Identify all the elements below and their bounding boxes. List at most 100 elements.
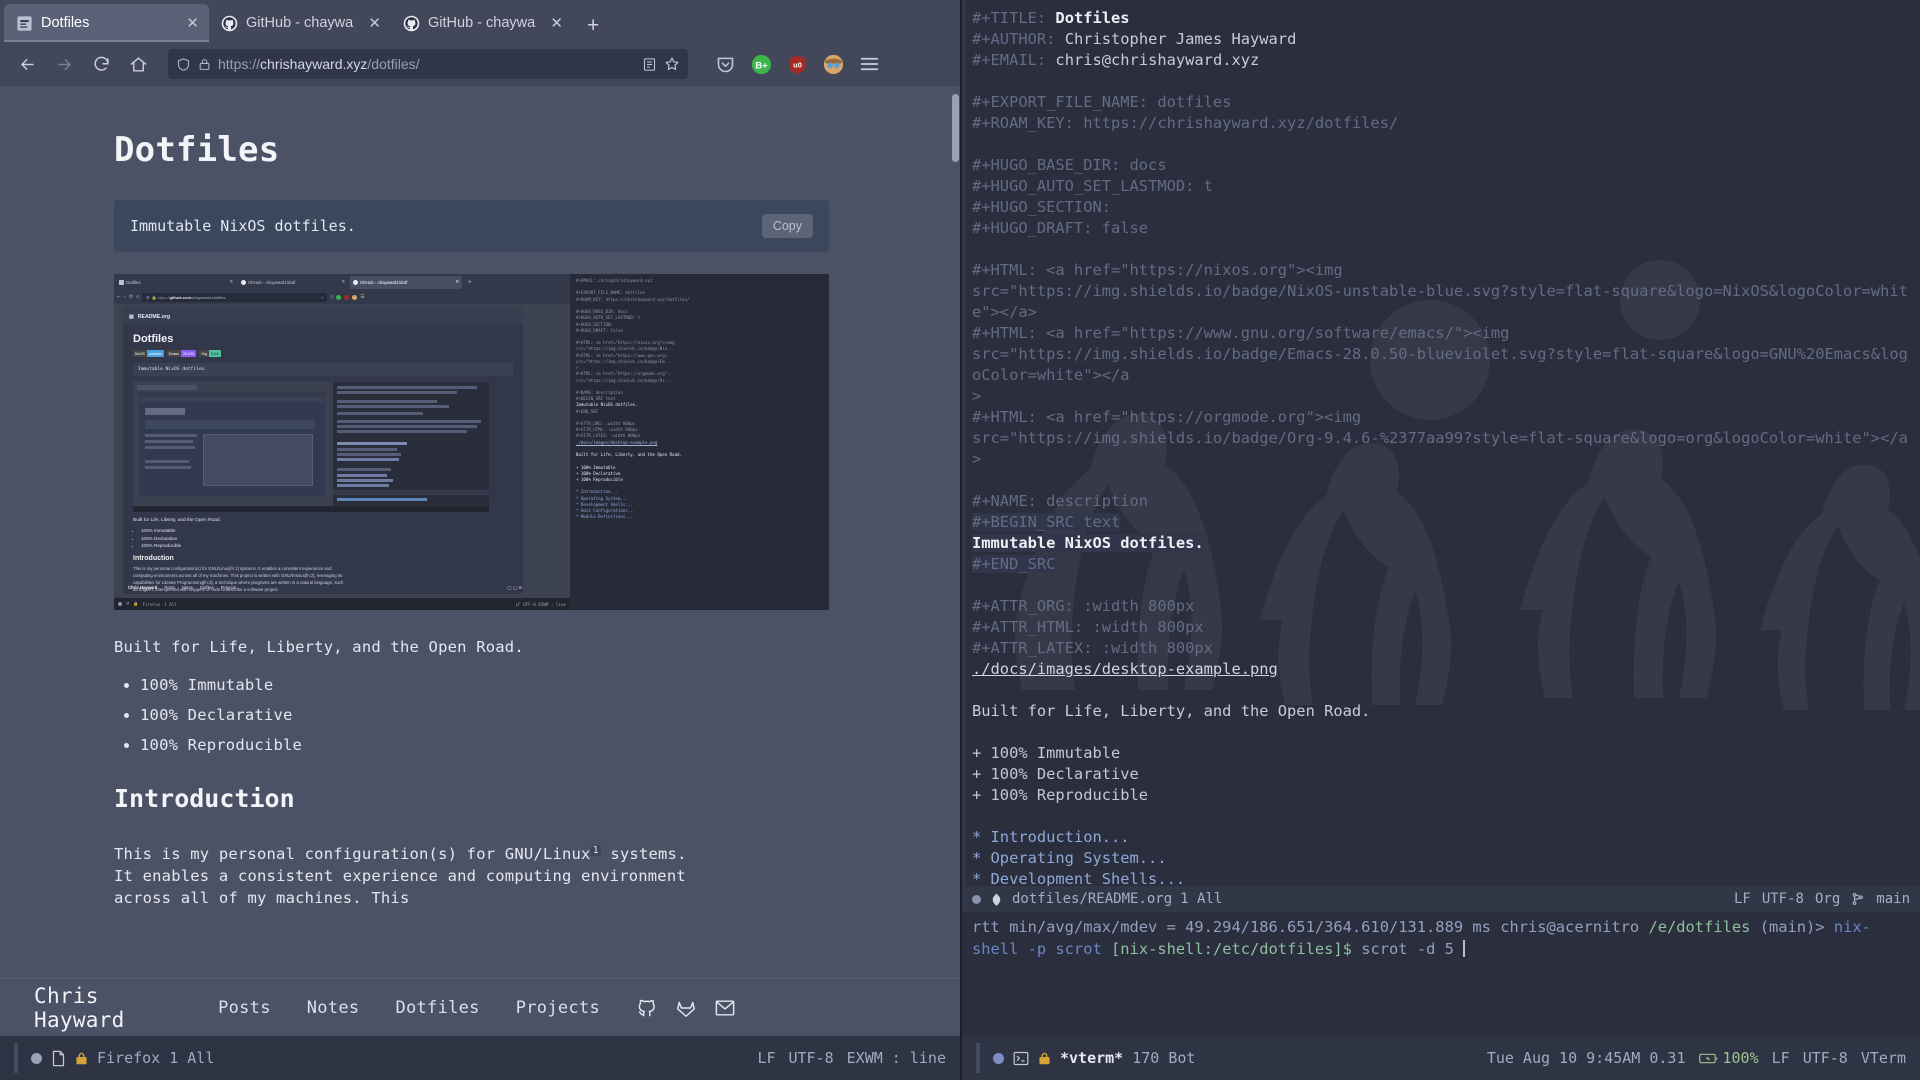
site-link-projects[interactable]: Projects [516, 998, 600, 1018]
modeline-eol: LF [1733, 891, 1751, 907]
github-icon [241, 279, 246, 285]
statusbar-right-right-group: Tue Aug 10 9:45AM 0.31 100% LF UTF-8 VTe… [1487, 1049, 1906, 1067]
extensions-area: B+ u0 [715, 54, 880, 75]
desktop-root: Dotfiles ✕ GitHub - chayward1/dotfi ✕ [0, 0, 1920, 1080]
window-split: Dotfiles ✕ GitHub - chayward1/dotfi ✕ [0, 0, 1920, 1036]
github-icon[interactable] [636, 997, 658, 1019]
embed-badges: NixOS unstable Emacs 28.0.50 Org 9.4.6 [133, 350, 513, 357]
embed-tab-2: GitHub - chayward1/dotf ✕ [350, 275, 462, 289]
embed-emacs-pane: #+EMAIL: chris@chrishayward.xyz #+EXPORT… [570, 274, 829, 610]
statusbar-left-major-mode: EXWM : line [846, 1049, 946, 1067]
statusbar-right-major-mode: VTerm [1860, 1049, 1906, 1067]
page-title: Dotfiles [114, 130, 280, 170]
emacs-icon [119, 279, 124, 285]
mail-icon[interactable] [714, 998, 736, 1018]
forward-button[interactable] [47, 47, 81, 81]
page-scrollbar[interactable] [951, 86, 960, 978]
url-host: chrishayward.xyz [260, 56, 368, 72]
gitlab-icon[interactable] [675, 997, 697, 1019]
statusbar-right-accent [976, 1043, 980, 1073]
pocket-icon[interactable] [715, 54, 736, 75]
embed-tab-0-label: Dotfiles [126, 279, 141, 285]
embed-bullet-1: 100% Declarative [141, 536, 513, 541]
embed-statusbar-left-right: LF UTF-8 EXWM : line [515, 601, 566, 607]
page-paragraph: This is my personal configuration(s) for… [114, 843, 714, 909]
git-branch-icon [1851, 892, 1865, 906]
embed-ublock-icon [344, 294, 350, 300]
browser-tab-1-label: GitHub - chayward1/dotfi [246, 15, 355, 31]
embed-badge-org: Org 9.4.6 [199, 350, 221, 357]
embed-firefox-pane: Dotfiles ✕ GitHub - chayward1/dotf ✕ Git… [114, 274, 570, 610]
site-link-dotfiles[interactable]: Dotfiles [395, 998, 479, 1018]
browser-tab-2-close[interactable]: ✕ [544, 14, 563, 32]
description-code-block: Immutable NixOS dotfiles. Copy [114, 200, 829, 252]
file-icon [51, 1050, 66, 1067]
firefox-window: Dotfiles ✕ GitHub - chayward1/dotfi ✕ [0, 0, 960, 1036]
page-bullet-2: 100% Reproducible [140, 736, 951, 754]
vterm-prompt-branch: (main)> [1759, 918, 1825, 936]
browser-tab-1[interactable]: GitHub - chayward1/dotfi ✕ [209, 4, 391, 42]
browser-tab-2[interactable]: GitHub - chayward1/dotfi ✕ [391, 4, 573, 42]
bitwarden-icon[interactable]: B+ [751, 54, 772, 75]
page-scrollbar-thumb[interactable] [952, 94, 959, 162]
site-brand[interactable]: Chris Hayward [34, 984, 152, 1032]
statusbar-left-state-dot [31, 1052, 42, 1064]
embed-bullet-2: 100% Reproducible [141, 543, 513, 548]
embed-url-host: github.com [169, 294, 192, 300]
embed-tab-2-label: GitHub - chayward1/dotf [360, 279, 408, 285]
emacs-window: #+TITLE: Dotfiles #+AUTHOR: Christopher … [960, 0, 1920, 1036]
home-button[interactable] [121, 47, 155, 81]
embed-site-link-dotfiles: Dotfiles [199, 585, 214, 590]
modeline-state-dot [972, 894, 981, 904]
reader-view-icon[interactable] [642, 57, 657, 72]
bookmark-star-icon[interactable] [664, 56, 680, 72]
url-path: /dotfiles/ [367, 56, 420, 72]
modeline-position: 1 All [1180, 891, 1223, 907]
embed-page: ▤ README.org Dotfiles NixOS unstable Emac… [123, 308, 523, 594]
embed-new-tab: + [468, 278, 472, 286]
shield-icon[interactable] [176, 57, 191, 72]
ublock-origin-icon[interactable]: u0 [787, 54, 808, 75]
vterm-nix-cmd: scrot -d 5 [1361, 940, 1454, 958]
account-avatar-icon[interactable] [823, 54, 844, 75]
browser-tab-1-close[interactable]: ✕ [362, 14, 381, 32]
site-nav: Chris Hayward Posts Notes Dotfiles Proje… [0, 978, 960, 1036]
modeline-encoding: UTF-8 [1761, 891, 1804, 907]
url-text[interactable]: https://chrishayward.xyz/dotfiles/ [218, 56, 635, 72]
embed-bullet-0: 100% Immutable [141, 528, 513, 533]
embed-statusbar-left: 🗎 🔒 Firefox 1 All LF UTF-8 EXWM : line [114, 598, 570, 610]
svg-text:B+: B+ [755, 60, 768, 71]
new-tab-button[interactable]: + [573, 15, 613, 42]
statusbar-right-buffer-name: *vterm* [1060, 1049, 1124, 1067]
svg-text:u0: u0 [793, 60, 802, 69]
browser-tab-0-close[interactable]: ✕ [180, 14, 199, 32]
statusbar-left-right-group: LF UTF-8 EXWM : line [757, 1049, 946, 1067]
statusbar-left-encoding: UTF-8 [788, 1049, 834, 1067]
browser-tab-bar: Dotfiles ✕ GitHub - chayward1/dotfi ✕ [0, 0, 960, 42]
statusbar-left: Firefox 1 All LF UTF-8 EXWM : line [0, 1036, 960, 1080]
embed-code-block: Immutable NixOS dotfiles. [133, 363, 513, 376]
statusbar-right-state-dot [993, 1052, 1004, 1064]
copy-button[interactable]: Copy [761, 214, 813, 238]
footnote-ref-1[interactable]: 1 [590, 844, 601, 856]
page-section-heading: Introduction [114, 784, 295, 813]
org-buffer-text[interactable]: #+TITLE: Dotfiles #+AUTHOR: Christopher … [962, 8, 1920, 886]
back-button[interactable] [10, 47, 44, 81]
org-buffer[interactable]: #+TITLE: Dotfiles #+AUTHOR: Christopher … [962, 0, 1920, 886]
app-menu-icon[interactable] [859, 54, 880, 75]
url-bar[interactable]: https://chrishayward.xyz/dotfiles/ [168, 49, 688, 79]
vterm-buffer[interactable]: rtt min/avg/max/mdev = 49.294/186.651/36… [962, 912, 1920, 1036]
browser-tab-0[interactable]: Dotfiles ✕ [4, 4, 209, 42]
page-content: Dotfiles Immutable NixOS dotfiles. Copy [0, 86, 951, 909]
embed-tagline: Built for Life, Liberty, and the Open Ro… [133, 518, 221, 523]
terminal-icon [1013, 1051, 1029, 1066]
page-bullet-1: 100% Declarative [140, 706, 951, 724]
embed-statusbar-left-app: Firefox [142, 601, 161, 607]
site-link-notes[interactable]: Notes [307, 998, 360, 1018]
vterm-nix-prompt: [nix-shell:/etc/dotfiles]$ [1111, 940, 1352, 958]
reload-button[interactable] [84, 47, 118, 81]
site-link-posts[interactable]: Posts [218, 998, 271, 1018]
lock-icon[interactable] [198, 58, 211, 71]
embed-org-text: #+EMAIL: chris@chrishayward.xyz #+EXPORT… [576, 278, 690, 520]
lock-icon [75, 1051, 88, 1066]
